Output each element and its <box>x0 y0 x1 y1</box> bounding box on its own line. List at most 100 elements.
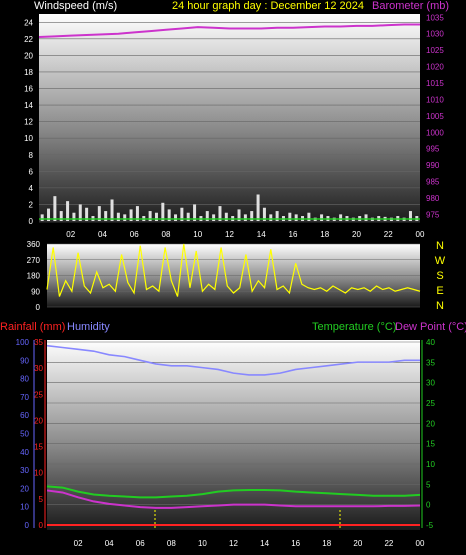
rainfall-tick-label: 35 <box>34 338 43 347</box>
compass-label: W <box>435 255 446 267</box>
barometer-axis-label: Barometer (mb) <box>372 0 449 12</box>
x-tick-label: 16 <box>291 539 300 548</box>
barometer-tick-label: 1015 <box>426 79 444 88</box>
barometer-tick-label: 1020 <box>426 63 444 72</box>
weather-graphs: Windspeed (m/s) 24 hour graph day : Dece… <box>0 0 466 548</box>
dewpoint-axis-label: Dew Point (°C) <box>395 321 466 333</box>
x-tick-label: 14 <box>260 539 269 548</box>
windspeed-bar <box>174 214 178 221</box>
windspeed-axis-label: Windspeed (m/s) <box>34 0 117 12</box>
x-tick-label: 08 <box>162 230 171 239</box>
windspeed-tick-label: 4 <box>29 184 34 193</box>
barometer-tick-label: 1010 <box>426 95 444 104</box>
windspeed-tick-label: 14 <box>24 101 33 110</box>
rainfall-tick-label: 15 <box>34 443 43 452</box>
compass-label: S <box>436 270 443 282</box>
rainfall-tick-label: 5 <box>39 495 44 504</box>
temperature-tick-label: 5 <box>426 480 431 489</box>
x-tick-label: 10 <box>193 230 202 239</box>
barometer-tick-label: 1005 <box>426 112 444 121</box>
rainfall-axis-label: Rainfall (mm) <box>0 321 65 333</box>
windspeed-bar <box>72 212 76 221</box>
x-tick-label: 22 <box>384 539 393 548</box>
windspeed-tick-label: 16 <box>24 85 33 94</box>
rainfall-tick-label: 20 <box>34 416 43 425</box>
x-tick-label: 20 <box>352 230 361 239</box>
windspeed-tick-label: 24 <box>24 18 33 27</box>
x-tick-label: 04 <box>105 539 114 548</box>
direction-tick-label: 180 <box>27 272 41 281</box>
windspeed-bar <box>212 214 216 221</box>
rainfall-tick-label: 30 <box>34 364 43 373</box>
temperature-tick-label: 35 <box>426 358 435 367</box>
windspeed-bar <box>154 212 158 221</box>
x-tick-label: 22 <box>384 230 393 239</box>
windspeed-tick-label: 22 <box>24 35 33 44</box>
windspeed-bar <box>224 212 228 221</box>
barometer-tick-label: 1000 <box>426 128 444 137</box>
humidity-tick-label: 40 <box>20 448 29 457</box>
windspeed-bar <box>243 214 247 221</box>
windspeed-tick-label: 18 <box>24 68 33 77</box>
temperature-tick-label: 15 <box>426 440 435 449</box>
x-tick-label: 10 <box>198 539 207 548</box>
windspeed-bar <box>110 199 114 221</box>
direction-tick-label: 360 <box>27 240 41 249</box>
windspeed-bar <box>320 214 324 221</box>
windspeed-bar <box>364 214 368 221</box>
windspeed-tick-label: 10 <box>24 134 33 143</box>
humidity-tick-label: 10 <box>20 503 29 512</box>
x-tick-label: 02 <box>66 230 75 239</box>
x-tick-label: 00 <box>416 230 425 239</box>
windspeed-bar <box>66 201 70 221</box>
windspeed-bar <box>53 196 57 221</box>
temperature-tick-label: 0 <box>426 501 431 510</box>
humidity-tick-label: 100 <box>16 338 30 347</box>
x-tick-label: 08 <box>167 539 176 548</box>
humidity-tick-label: 0 <box>25 521 30 530</box>
windspeed-tick-label: 2 <box>29 200 34 209</box>
direction-tick-label: 0 <box>36 303 41 312</box>
windspeed-tick-label: 8 <box>29 151 34 160</box>
x-tick-label: 04 <box>98 230 107 239</box>
compass-label: E <box>436 285 443 297</box>
humidity-tick-label: 80 <box>20 375 29 384</box>
rainfall-tick-label: 0 <box>39 521 44 530</box>
barometer-tick-label: 975 <box>426 210 440 219</box>
humidity-tick-label: 50 <box>20 430 29 439</box>
windspeed-bar <box>116 212 120 221</box>
barometer-tick-label: 990 <box>426 161 440 170</box>
windspeed-bar <box>123 214 127 221</box>
humidity-tick-label: 20 <box>20 484 29 493</box>
barometer-tick-label: 1030 <box>426 30 444 39</box>
temperature-tick-label: 10 <box>426 460 435 469</box>
temperature-axis-label: Temperature (°C) <box>312 321 396 333</box>
windspeed-bar <box>256 194 260 221</box>
top-panel: 024681012141618202224 975980985990995100… <box>24 13 444 239</box>
x-tick-label: 06 <box>130 230 139 239</box>
bottom-panel-background <box>47 340 420 530</box>
graph-title: 24 hour graph day : December 12 2024 <box>172 0 364 12</box>
temperature-tick-label: 40 <box>426 338 435 347</box>
humidity-tick-label: 60 <box>20 411 29 420</box>
x-tick-label: 20 <box>353 539 362 548</box>
x-tick-label: 18 <box>320 230 329 239</box>
top-panel-background <box>39 14 420 223</box>
humidity-axis-label: Humidity <box>67 321 110 333</box>
windspeed-bar <box>294 214 298 221</box>
rainfall-tick-label: 10 <box>34 469 43 478</box>
x-tick-label: 16 <box>289 230 298 239</box>
rainfall-tick-label: 25 <box>34 390 43 399</box>
humidity-tick-label: 90 <box>20 356 29 365</box>
windspeed-bar <box>269 214 273 221</box>
x-tick-label: 12 <box>225 230 234 239</box>
barometer-tick-label: 980 <box>426 194 440 203</box>
windspeed-tick-label: 0 <box>29 217 34 226</box>
windspeed-tick-label: 12 <box>24 118 33 127</box>
x-tick-label: 14 <box>257 230 266 239</box>
x-tick-label: 06 <box>136 539 145 548</box>
temperature-tick-label: 30 <box>426 379 435 388</box>
bottom-panel: 0102030405060708090100 05101520253035 -5… <box>16 338 436 548</box>
x-tick-label: 02 <box>74 539 83 548</box>
compass-label: N <box>436 300 444 312</box>
